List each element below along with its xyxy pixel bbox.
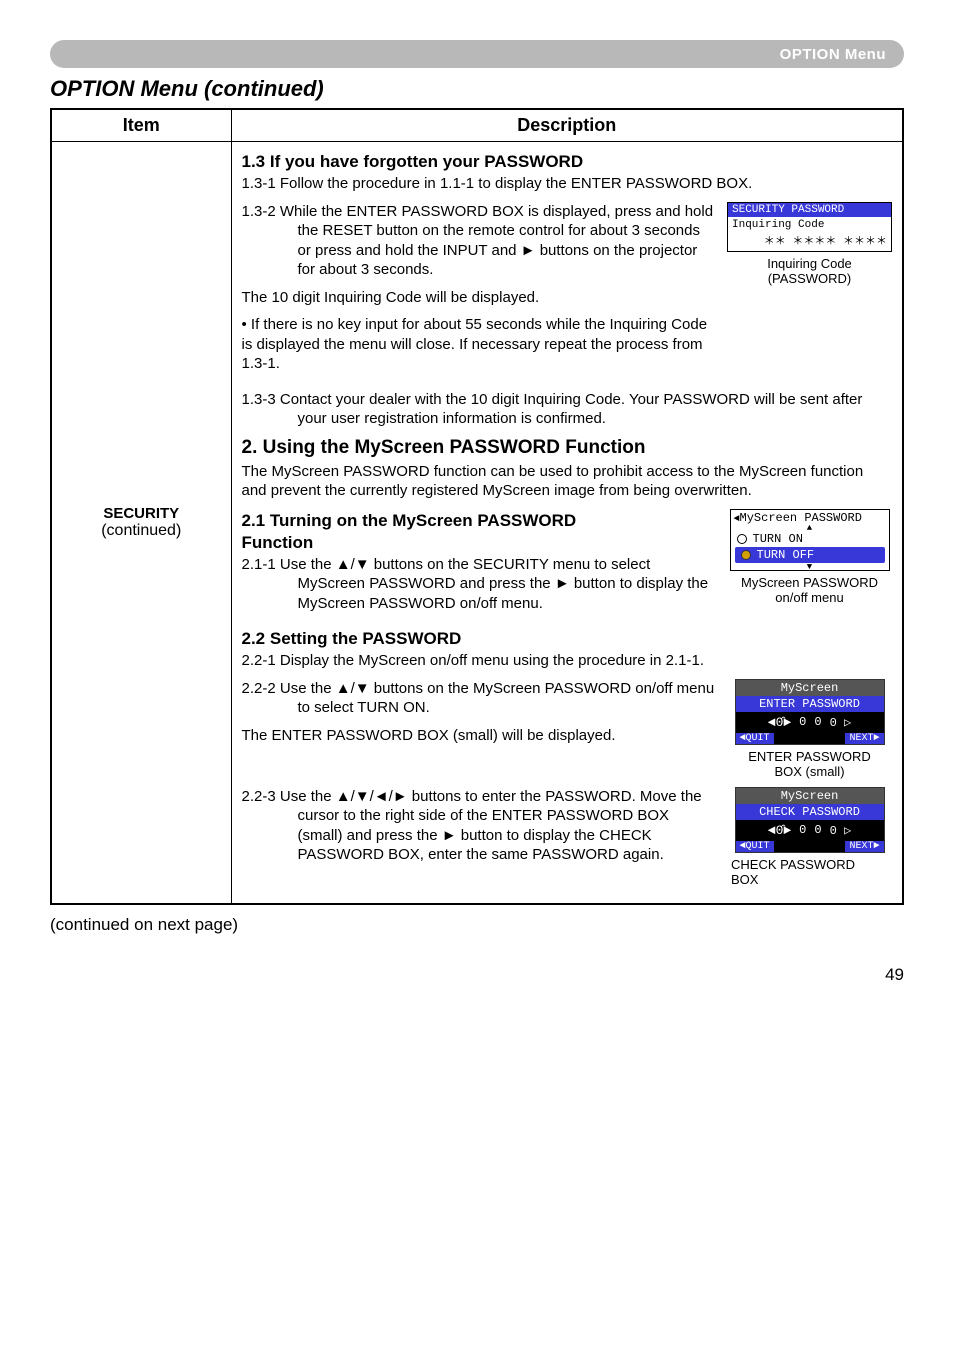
th-item: Item (51, 109, 231, 142)
heading-2-1b: Function (242, 533, 716, 553)
para-1-3-2a: 1.3-2 While the ENTER PASSWORD BOX is di… (242, 202, 716, 280)
th-desc: Description (231, 109, 903, 142)
inquiry-stars: ＊＊ ＊＊＊＊ ＊＊＊＊ (728, 234, 891, 251)
inquiry-caption1: Inquiring Code (727, 256, 892, 271)
para-1-3-1: 1.3-1 Follow the procedure in 1.1-1 to d… (242, 174, 893, 194)
para-1-3-3: 1.3-3 Contact your dealer with the 10 di… (242, 390, 893, 429)
crosshair-icon: ◄0̂► (768, 823, 791, 838)
radio-off-icon (737, 534, 747, 544)
quit-label: ◄QUIT (736, 733, 774, 744)
options-table: Item Description SECURITY (continued) 1.… (50, 108, 904, 905)
header-bar: OPTION Menu (50, 40, 904, 68)
section-title: OPTION Menu (continued) (50, 76, 904, 102)
continued-note: (continued on next page) (50, 915, 904, 935)
item-sublabel: (continued) (62, 522, 221, 540)
enter-pw-figure: MyScreen ENTER PASSWORD ◄0̂►000 ▷ ◄QUITN… (727, 679, 892, 779)
onoff-caption2: on/off menu (727, 590, 892, 605)
description-cell: 1.3 If you have forgotten your PASSWORD … (231, 142, 903, 904)
enter-pw-hdr1: MyScreen (736, 680, 884, 696)
next-label: NEXT► (845, 733, 883, 744)
check-pw-figure: MyScreen CHECK PASSWORD ◄0̂►000 ▷ ◄QUITN… (727, 787, 892, 887)
onoff-off: TURN OFF (757, 548, 815, 562)
inquiry-title: SECURITY PASSWORD (728, 203, 891, 217)
inquiry-line1: Inquiring Code (728, 217, 891, 234)
heading-2-2: 2.2 Setting the PASSWORD (242, 629, 893, 649)
check-pw-caption1: CHECK PASSWORD (731, 857, 892, 872)
para-2-1-1: 2.1-1 Use the ▲/▼ buttons on the SECURIT… (242, 555, 716, 614)
crosshair-icon: ◄0̂► (768, 715, 791, 730)
heading-1-3: 1.3 If you have forgotten your PASSWORD (242, 152, 893, 172)
para-2-intro: The MyScreen PASSWORD function can be us… (242, 462, 893, 501)
header-menu-label: OPTION Menu (780, 46, 886, 63)
para-1-3-2b: The 10 digit Inquiring Code will be disp… (242, 288, 716, 308)
inquiry-caption2: (PASSWORD) (727, 271, 892, 286)
onoff-on: TURN ON (753, 532, 803, 546)
check-pw-caption2: BOX (731, 872, 892, 887)
para-2-2-2a: 2.2-2 Use the ▲/▼ buttons on the MyScree… (242, 679, 716, 718)
para-1-3-2c: • If there is no key input for about 55 … (242, 315, 716, 374)
heading-2-1a: 2.1 Turning on the MyScreen PASSWORD (242, 511, 716, 531)
para-2-2-1: 2.2-1 Display the MyScreen on/off menu u… (242, 651, 893, 671)
check-pw-hdr2: CHECK PASSWORD (736, 804, 884, 820)
onoff-menu-figure: ◄MyScreen PASSWORD ▲ TURN ON TURN OFF ▼ … (727, 509, 892, 606)
check-pw-hdr1: MyScreen (736, 788, 884, 804)
quit-label2: ◄QUIT (736, 841, 774, 852)
item-label: SECURITY (62, 505, 221, 522)
inquiring-code-figure: SECURITY PASSWORD Inquiring Code ＊＊ ＊＊＊＊… (727, 202, 892, 286)
para-2-2-3: 2.2-3 Use the ▲/▼/◄/► buttons to enter t… (242, 787, 716, 865)
heading-2: 2. Using the MyScreen PASSWORD Function (242, 437, 893, 459)
page-number: 49 (50, 965, 904, 985)
onoff-caption1: MyScreen PASSWORD (727, 575, 892, 590)
onoff-hdr: MyScreen PASSWORD (740, 511, 862, 525)
enter-pw-caption1: ENTER PASSWORD (727, 749, 892, 764)
radio-on-icon (741, 550, 751, 560)
enter-pw-caption2: BOX (small) (727, 764, 892, 779)
item-cell: SECURITY (continued) (51, 142, 231, 904)
enter-pw-hdr2: ENTER PASSWORD (736, 696, 884, 712)
para-2-2-2b: The ENTER PASSWORD BOX (small) will be d… (242, 726, 716, 746)
next-label2: NEXT► (845, 841, 883, 852)
